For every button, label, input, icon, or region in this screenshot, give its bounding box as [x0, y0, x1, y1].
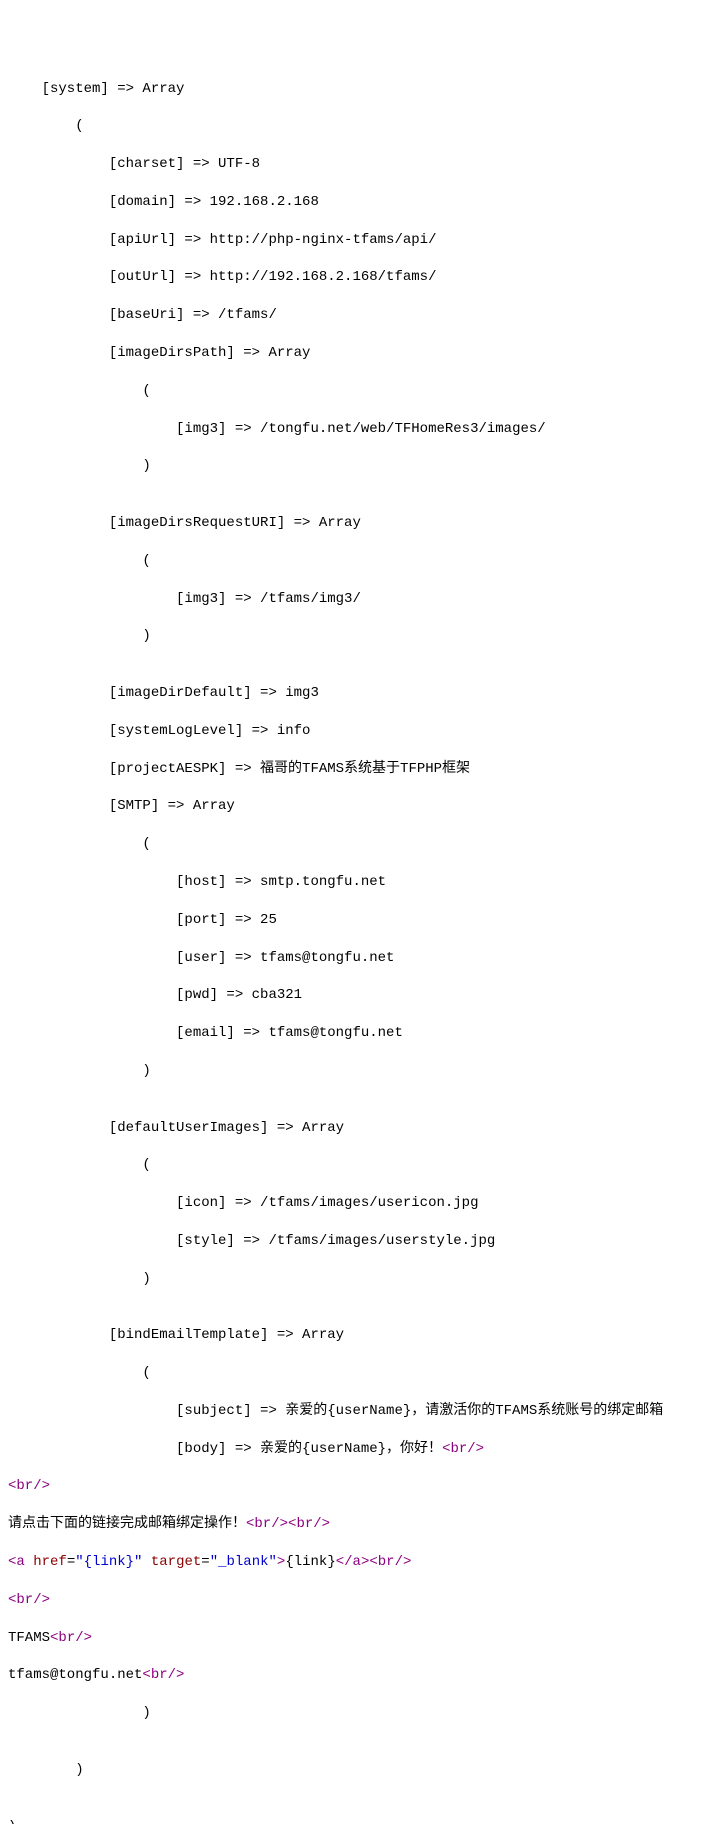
- dump-line: ): [8, 1270, 695, 1289]
- dump-line: [outUrl] => http://192.168.2.168/tfams/: [8, 268, 695, 287]
- dump-line: [imageDirDefault] => img3: [8, 684, 695, 703]
- dump-line: [imageDirsRequestURI] => Array: [8, 514, 695, 533]
- dump-line: (: [8, 835, 695, 854]
- br-tag: <br/>: [50, 1630, 92, 1646]
- dump-line: (: [8, 1364, 695, 1383]
- dump-line: [defaultUserImages] => Array: [8, 1119, 695, 1138]
- a-tag-name: a: [16, 1554, 24, 1570]
- dump-line: tfams@tongfu.net<br/>: [8, 1666, 695, 1685]
- br-tag: <br/>: [8, 1478, 50, 1494]
- dump-line: 请点击下面的链接完成邮箱绑定操作！<br/><br/>: [8, 1515, 695, 1534]
- dump-line: (: [8, 1156, 695, 1175]
- dump-line: [subject] => 亲爱的{userName}，请激活你的TFAMS系统账…: [8, 1402, 695, 1421]
- dump-line: [img3] => /tfams/img3/: [8, 590, 695, 609]
- dump-line: [SMTP] => Array: [8, 797, 695, 816]
- dump-line: [host] => smtp.tongfu.net: [8, 873, 695, 892]
- dump-line: [port] => 25: [8, 911, 695, 930]
- dump-line: ): [8, 1704, 695, 1723]
- dump-line: [system] => Array: [8, 80, 695, 99]
- dump-line: ): [8, 1761, 695, 1780]
- href-val: "{link}": [75, 1554, 142, 1570]
- target-attr: target: [151, 1554, 201, 1570]
- dump-line: ): [8, 1062, 695, 1081]
- br-tag: <br/>: [246, 1516, 288, 1532]
- a-open-bracket: <: [8, 1554, 16, 1570]
- dump-line: ): [8, 457, 695, 476]
- dump-line: (: [8, 117, 695, 136]
- dump-line: <br/>: [8, 1477, 695, 1496]
- br-tag: <br/>: [288, 1516, 330, 1532]
- dump-line: [bindEmailTemplate] => Array: [8, 1326, 695, 1345]
- dump-line: <a href="{link}" target="_blank">{link}<…: [8, 1553, 695, 1572]
- br-tag: <br/>: [142, 1667, 184, 1683]
- target-val: "_blank": [210, 1554, 277, 1570]
- a-close-bracket: </: [336, 1554, 353, 1570]
- dump-line: [img3] => /tongfu.net/web/TFHomeRes3/ima…: [8, 420, 695, 439]
- dump-line: <br/>: [8, 1591, 695, 1610]
- dump-line: ): [8, 1818, 695, 1824]
- dump-line: [projectAESPK] => 福哥的TFAMS系统基于TFPHP框架: [8, 760, 695, 779]
- dump-line: [user] => tfams@tongfu.net: [8, 949, 695, 968]
- dump-line: [email] => tfams@tongfu.net: [8, 1024, 695, 1043]
- dump-line: [charset] => UTF-8: [8, 155, 695, 174]
- dump-line: TFAMS<br/>: [8, 1629, 695, 1648]
- dump-line: [body] => 亲爱的{userName}，你好！<br/>: [8, 1440, 695, 1459]
- dump-line: [style] => /tfams/images/userstyle.jpg: [8, 1232, 695, 1251]
- dump-line: (: [8, 382, 695, 401]
- dump-line: [pwd] => cba321: [8, 986, 695, 1005]
- dump-line: (: [8, 552, 695, 571]
- br-tag: <br/>: [442, 1441, 484, 1457]
- dump-line: [apiUrl] => http://php-nginx-tfams/api/: [8, 231, 695, 250]
- dump-line: [domain] => 192.168.2.168: [8, 193, 695, 212]
- dump-line: ): [8, 627, 695, 646]
- dump-line: [baseUri] => /tfams/: [8, 306, 695, 325]
- br-tag: <br/>: [8, 1592, 50, 1608]
- br-tag: <br/>: [369, 1554, 411, 1570]
- dump-line: [imageDirsPath] => Array: [8, 344, 695, 363]
- dump-line: [icon] => /tfams/images/usericon.jpg: [8, 1194, 695, 1213]
- href-attr: href: [33, 1554, 67, 1570]
- dump-line: [systemLogLevel] => info: [8, 722, 695, 741]
